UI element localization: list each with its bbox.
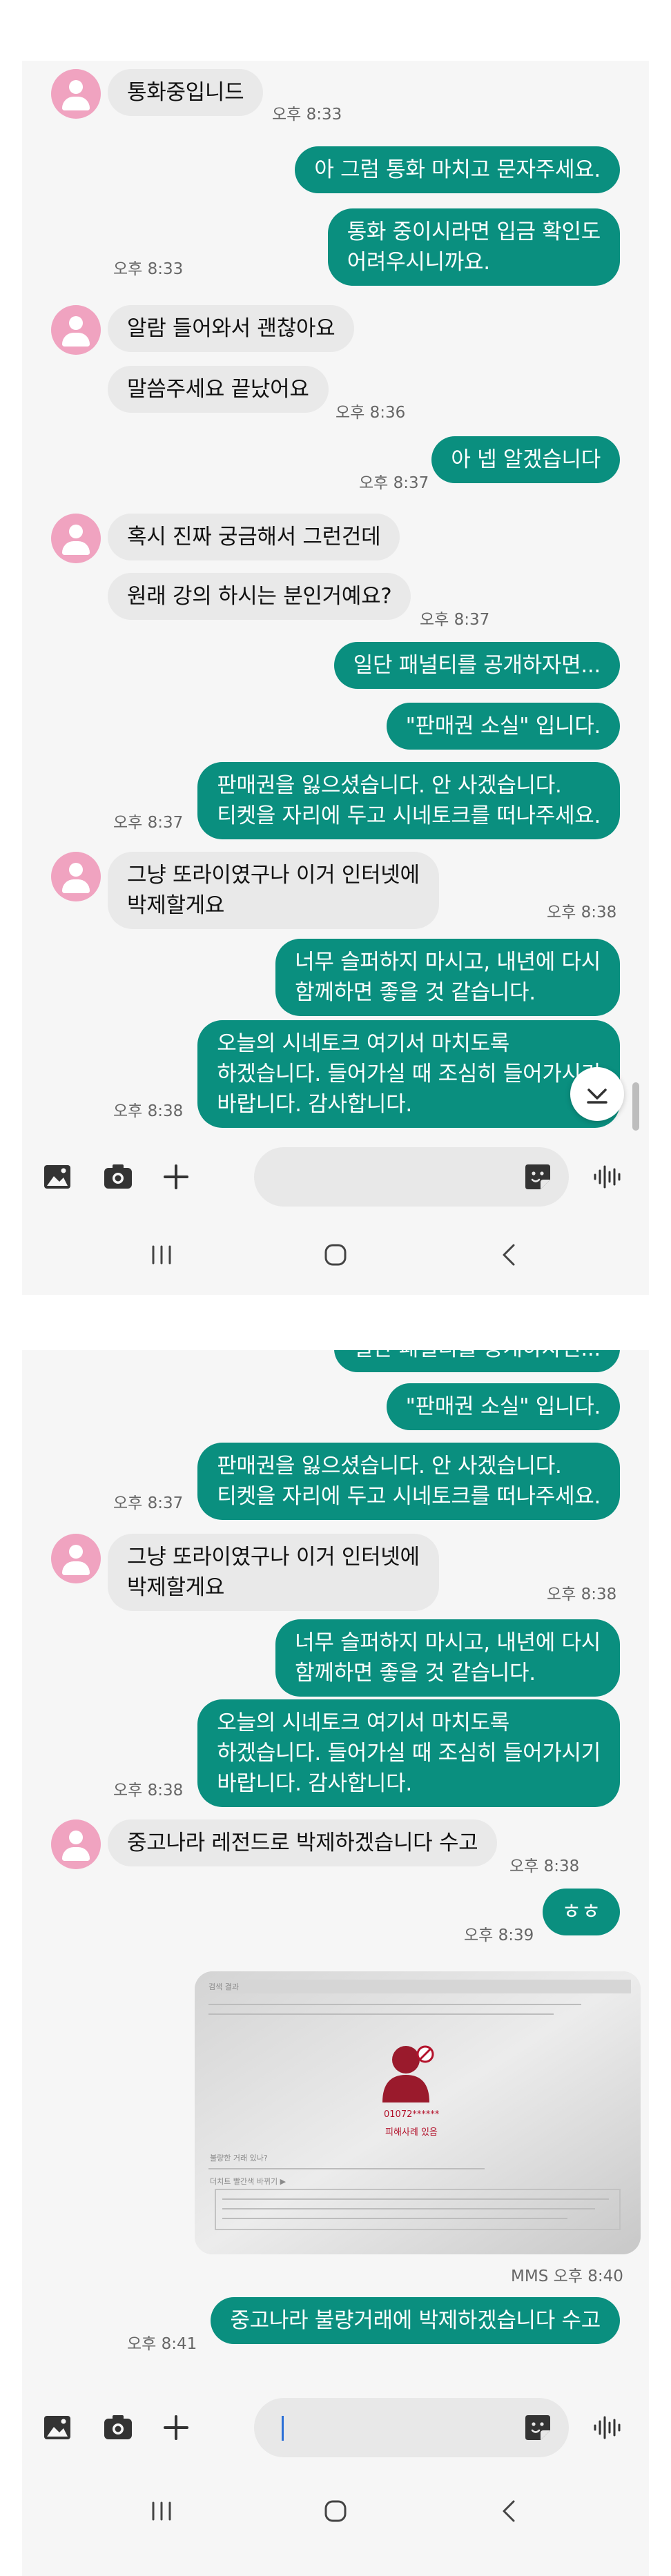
message-bubble-incoming: 그냥 또라이였구나 이거 인터넷에 박제할게요 — [108, 1534, 439, 1611]
message-time: 오후 8:37 — [359, 474, 429, 492]
message-composer — [22, 1142, 649, 1218]
home-icon[interactable] — [315, 1234, 356, 1276]
message-bubble-outgoing: 판매권을 잃으셨습니다. 안 사겠습니다. 티켓을 자리에 두고 시네토크를 떠… — [197, 762, 620, 839]
chevron-down-icon — [587, 1089, 607, 1104]
attachment-meta: MMS 오후 8:40 — [511, 2267, 623, 2285]
mms-image-attachment[interactable]: 검색 결과 01072****** 피해사례 있음 불량한 거래 있나? 더치트… — [195, 1971, 641, 2254]
back-icon[interactable] — [489, 1234, 530, 1276]
attachment-question: 불량한 거래 있나? — [210, 2154, 268, 2163]
message-input[interactable] — [254, 1147, 569, 1207]
message-time: 오후 8:41 — [127, 2335, 197, 2353]
back-icon[interactable] — [489, 2490, 530, 2532]
plus-icon[interactable] — [157, 1158, 195, 1196]
attachment-phone: 01072****** — [384, 2109, 440, 2120]
camera-icon[interactable] — [99, 2409, 137, 2446]
message-time: 오후 8:38 — [509, 1857, 580, 1875]
message-time: 오후 8:38 — [547, 904, 617, 921]
chat-screen-1: 통화중입니드 오후 8:33 아 그럼 통화 마치고 문자주세요. 통화 중이시… — [22, 61, 649, 1295]
message-time: 오후 8:39 — [464, 1926, 534, 1944]
message-bubble-outgoing: "판매권 소실" 입니다. — [386, 703, 620, 750]
chat-screen-2: 일단 패널티를 공개하자면... "판매권 소실" 입니다. 판매권을 잃으셨습… — [22, 1350, 649, 2576]
attachment-status: 피해사례 있음 — [385, 2127, 438, 2138]
message-time: 오후 8:36 — [336, 404, 406, 422]
message-time: 오후 8:38 — [113, 1102, 184, 1120]
message-time: 오후 8:37 — [113, 814, 184, 832]
system-navigation-bar — [22, 1219, 649, 1295]
message-bubble-outgoing: 중고나라 불량거래에 박제하겠습니다 수고 — [211, 2297, 620, 2344]
message-bubble-incoming: 통화중입니드 — [108, 69, 264, 116]
message-bubble-outgoing: 오늘의 시네토크 여기서 마치도록 하겠습니다. 들어가실 때 조심히 들어가시… — [197, 1020, 620, 1128]
camera-icon[interactable] — [99, 1158, 137, 1196]
message-time: 오후 8:38 — [113, 1782, 184, 1799]
message-bubble-incoming: 중고나라 레전드로 박제하겠습니다 수고 — [108, 1819, 498, 1866]
contact-avatar[interactable] — [51, 305, 101, 355]
message-bubble-incoming: 말씀주세요 끝났어요 — [108, 366, 329, 413]
voice-icon[interactable] — [588, 2409, 625, 2446]
plus-icon[interactable] — [157, 2409, 195, 2446]
message-bubble-outgoing: ㅎㅎ — [542, 1889, 620, 1935]
sticker-icon[interactable] — [519, 1158, 556, 1196]
gallery-icon[interactable] — [39, 2409, 76, 2446]
message-time: 오후 8:38 — [547, 1585, 617, 1603]
sticker-icon[interactable] — [519, 2409, 556, 2446]
message-bubble-outgoing: 너무 슬퍼하지 마시고, 내년에 다시 함께하면 좋을 것 같습니다. — [275, 939, 620, 1016]
message-bubble-outgoing: 통화 중이시라면 입금 확인도 어려우시니까요. — [327, 208, 620, 286]
attachment-header: 검색 결과 — [208, 1982, 239, 1991]
text-cursor — [282, 2416, 284, 2441]
message-composer — [22, 2392, 649, 2468]
message-time: 오후 8:33 — [272, 106, 342, 124]
message-bubble-outgoing: 일단 패널티를 공개하자면... — [333, 1350, 620, 1372]
message-input[interactable] — [254, 2398, 569, 2457]
message-bubble-outgoing: 판매권을 잃으셨습니다. 안 사겠습니다. 티켓을 자리에 두고 시네토크를 떠… — [197, 1443, 620, 1520]
home-icon[interactable] — [315, 2490, 356, 2532]
message-bubble-outgoing: 일단 패널티를 공개하자면... — [333, 642, 620, 689]
message-bubble-incoming: 그냥 또라이였구나 이거 인터넷에 박제할게요 — [108, 852, 439, 929]
contact-avatar[interactable] — [51, 852, 101, 901]
message-bubble-outgoing: 너무 슬퍼하지 마시고, 내년에 다시 함께하면 좋을 것 같습니다. — [275, 1619, 620, 1697]
message-time: 오후 8:33 — [113, 260, 184, 278]
message-time: 오후 8:37 — [420, 611, 490, 629]
gallery-icon[interactable] — [39, 1158, 76, 1196]
message-bubble-outgoing: 아 넵 알겠습니다 — [431, 436, 620, 483]
scrollbar-thumb[interactable] — [632, 1082, 639, 1131]
message-bubble-outgoing: 오늘의 시네토크 여기서 마치도록 하겠습니다. 들어가실 때 조심히 들어가시… — [197, 1699, 620, 1807]
recent-apps-icon[interactable] — [141, 2490, 182, 2532]
message-bubble-incoming: 원래 강의 하시는 분인거예요? — [108, 573, 411, 620]
scroll-to-bottom-button[interactable] — [570, 1067, 624, 1121]
voice-icon[interactable] — [588, 1158, 625, 1196]
message-bubble-incoming: 알람 들어와서 괜찮아요 — [108, 305, 355, 352]
attachment-link: 더치트 빨간색 바뀌기 ▶ — [210, 2177, 286, 2186]
message-bubble-outgoing: 아 그럼 통화 마치고 문자주세요. — [295, 146, 620, 193]
contact-avatar[interactable] — [51, 514, 101, 563]
message-bubble-incoming: 혹시 진짜 궁금해서 그런건데 — [108, 514, 400, 560]
contact-avatar[interactable] — [51, 1534, 101, 1583]
contact-avatar[interactable] — [51, 69, 101, 119]
message-bubble-outgoing: "판매권 소실" 입니다. — [386, 1383, 620, 1430]
recent-apps-icon[interactable] — [141, 1234, 182, 1276]
system-navigation-bar — [22, 2475, 649, 2551]
message-time: 오후 8:37 — [113, 1494, 184, 1512]
contact-avatar[interactable] — [51, 1819, 101, 1869]
